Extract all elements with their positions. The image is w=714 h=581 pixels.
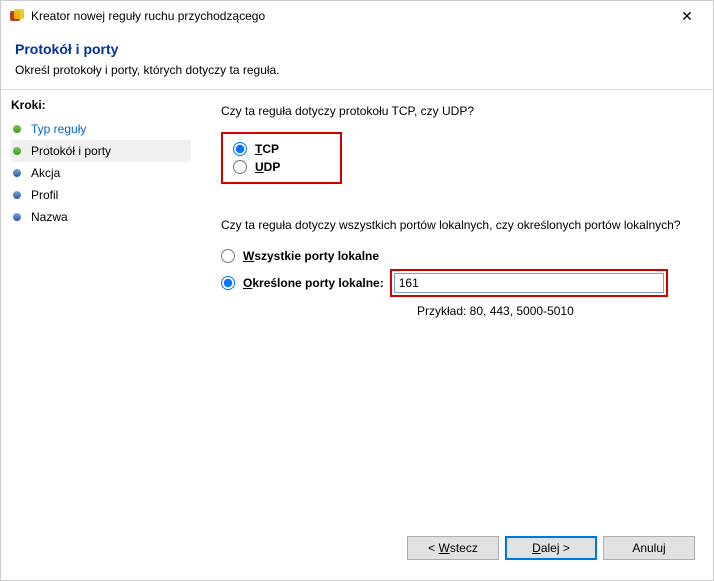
radio-udp[interactable]: UDP	[233, 158, 280, 176]
protocol-question: Czy ta reguła dotyczy protokołu TCP, czy…	[221, 104, 695, 118]
steps-sidebar: Kroki: Typ reguły Protokół i porty Akcja…	[1, 90, 201, 574]
app-icon	[9, 8, 25, 24]
cancel-button[interactable]: Anuluj	[603, 536, 695, 560]
radio-all-ports-label: Wszystkie porty lokalne	[243, 249, 379, 263]
radio-tcp[interactable]: TCP	[233, 140, 280, 158]
back-button[interactable]: < Wstecz	[407, 536, 499, 560]
wizard-buttons: < Wstecz Dalej > Anuluj	[407, 536, 695, 560]
radio-udp-input[interactable]	[233, 160, 247, 174]
bullet-icon	[13, 191, 21, 199]
next-button[interactable]: Dalej >	[505, 536, 597, 560]
radio-all-ports-input[interactable]	[221, 249, 235, 263]
step-label[interactable]: Typ reguły	[31, 122, 86, 136]
bullet-icon	[13, 213, 21, 221]
radio-all-ports[interactable]: Wszystkie porty lokalne	[221, 246, 695, 266]
bullet-icon	[13, 169, 21, 177]
step-label: Protokół i porty	[31, 144, 111, 158]
step-label: Akcja	[31, 166, 60, 180]
radio-specific-ports-label: Określone porty lokalne:	[243, 276, 384, 290]
wizard-content: Czy ta reguła dotyczy protokołu TCP, czy…	[201, 90, 713, 574]
bullet-icon	[13, 125, 21, 133]
protocol-group-highlight: TCP UDP	[221, 132, 342, 184]
wizard-body: Kroki: Typ reguły Protokół i porty Akcja…	[1, 89, 713, 574]
radio-udp-label: UDP	[255, 160, 280, 174]
page-title: Protokół i porty	[15, 41, 699, 57]
step-akcja[interactable]: Akcja	[11, 162, 191, 184]
radio-tcp-input[interactable]	[233, 142, 247, 156]
step-label: Nazwa	[31, 210, 68, 224]
step-protokol-i-porty[interactable]: Protokół i porty	[11, 140, 191, 162]
step-nazwa[interactable]: Nazwa	[11, 206, 191, 228]
port-input-highlight	[390, 269, 668, 297]
radio-tcp-label: TCP	[255, 142, 279, 156]
step-profil[interactable]: Profil	[11, 184, 191, 206]
steps-heading: Kroki:	[11, 98, 191, 112]
step-label: Profil	[31, 188, 58, 202]
ports-group: Wszystkie porty lokalne Określone porty …	[221, 246, 695, 318]
radio-specific-ports[interactable]: Określone porty lokalne:	[221, 276, 384, 290]
window-title: Kreator nowej reguły ruchu przychodząceg…	[31, 9, 667, 23]
ports-example: Przykład: 80, 443, 5000-5010	[417, 304, 695, 318]
ports-input[interactable]	[394, 273, 664, 293]
wizard-header: Protokół i porty Określ protokoły i port…	[1, 31, 713, 89]
ports-question: Czy ta reguła dotyczy wszystkich portów …	[221, 218, 695, 232]
page-subtitle: Określ protokoły i porty, których dotycz…	[15, 63, 699, 77]
titlebar: Kreator nowej reguły ruchu przychodząceg…	[1, 1, 713, 31]
bullet-icon	[13, 147, 21, 155]
step-typ-reguly[interactable]: Typ reguły	[11, 118, 191, 140]
close-button[interactable]: ✕	[667, 2, 707, 30]
radio-specific-ports-input[interactable]	[221, 276, 235, 290]
